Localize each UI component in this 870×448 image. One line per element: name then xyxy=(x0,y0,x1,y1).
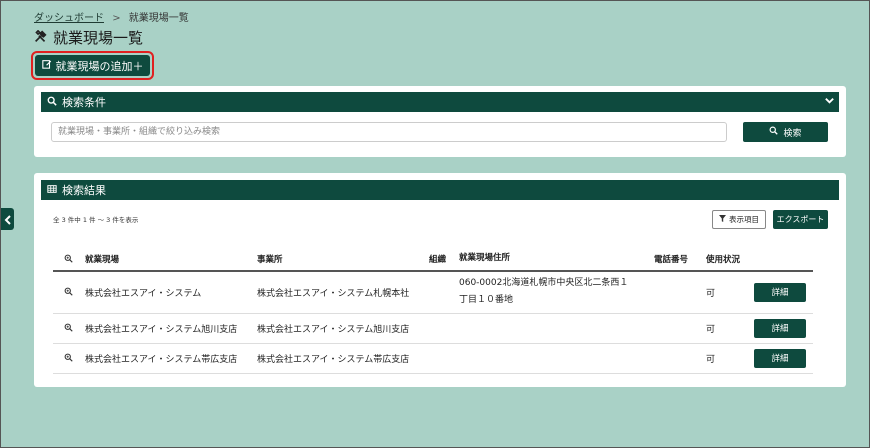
cell-org xyxy=(427,343,457,374)
table-header-row: 就業現場 事業所 組織 就業現場住所 電話番号 使用状況 xyxy=(53,247,813,272)
cell-actions: 詳細 xyxy=(752,343,813,374)
table-row: 株式会社エスアイ・システム旭川支店 株式会社エスアイ・システム旭川支店 可 詳細 xyxy=(53,313,813,344)
breadcrumb: ダッシュボード > 就業現場一覧 xyxy=(34,9,189,24)
table-row: 株式会社エスアイ・システム 株式会社エスアイ・システム札幌本社 060-0002… xyxy=(53,271,813,314)
results-panel-header: 検索結果 xyxy=(41,180,839,200)
add-site-button-label: 就業現場の追加＋ xyxy=(55,59,144,73)
header-address[interactable]: 就業現場住所 xyxy=(457,247,652,272)
tools-icon xyxy=(34,29,47,47)
search-icon xyxy=(769,126,779,138)
search-panel-header[interactable]: 検索条件 xyxy=(41,92,839,112)
search-button-label: 検索 xyxy=(783,128,802,139)
cell-tel xyxy=(652,343,704,374)
detail-button[interactable]: 詳細 xyxy=(754,348,806,368)
cell-site: 株式会社エスアイ・システム帯広支店 xyxy=(83,343,255,374)
zoom-icon[interactable] xyxy=(53,271,83,314)
results-table: 就業現場 事業所 組織 就業現場住所 電話番号 使用状況 株式会社エスアイ・シス… xyxy=(53,247,813,374)
edit-icon xyxy=(41,59,52,72)
cell-status: 可 xyxy=(704,271,752,314)
cell-address xyxy=(457,313,652,344)
header-site[interactable]: 就業現場 xyxy=(83,247,255,272)
add-button-highlight: 就業現場の追加＋ xyxy=(31,51,154,80)
cell-org xyxy=(427,271,457,314)
breadcrumb-current: 就業現場一覧 xyxy=(128,13,189,24)
cell-address-line1: 060-0002北海道札幌市中央区北二条西１ xyxy=(459,278,629,289)
cell-address: 060-0002北海道札幌市中央区北二条西１ 丁目１０番地 xyxy=(457,271,652,314)
detail-button[interactable]: 詳細 xyxy=(754,282,806,302)
result-count: 全 3 件中 1 件 ～ 3 件を表示 xyxy=(53,216,139,224)
results-panel: 検索結果 全 3 件中 1 件 ～ 3 件を表示 表示項目 エクスポート 就業現… xyxy=(34,173,846,387)
header-org[interactable]: 組織 xyxy=(427,247,457,272)
table-icon xyxy=(47,184,57,197)
zoom-icon[interactable] xyxy=(53,343,83,374)
cell-status: 可 xyxy=(704,313,752,344)
cell-office: 株式会社エスアイ・システム帯広支店 xyxy=(255,343,427,374)
filter-icon xyxy=(719,215,726,224)
cell-actions: 詳細 xyxy=(752,313,813,344)
page-title-text: 就業現場一覧 xyxy=(53,29,144,47)
page-title: 就業現場一覧 xyxy=(34,27,143,48)
header-office[interactable]: 事業所 xyxy=(255,247,427,272)
chevron-down-icon[interactable] xyxy=(824,95,835,109)
cell-office: 株式会社エスアイ・システム旭川支店 xyxy=(255,313,427,344)
cell-address xyxy=(457,343,652,374)
add-site-button[interactable]: 就業現場の追加＋ xyxy=(35,55,150,76)
chevron-left-icon xyxy=(4,210,12,229)
cell-org xyxy=(427,313,457,344)
search-panel-title: 検索条件 xyxy=(62,96,106,109)
search-icon xyxy=(47,96,57,109)
export-button[interactable]: エクスポート xyxy=(773,210,828,229)
header-zoom-icon xyxy=(53,247,83,272)
cell-actions: 詳細 xyxy=(752,271,813,314)
cell-tel xyxy=(652,271,704,314)
cell-status: 可 xyxy=(704,343,752,374)
zoom-icon[interactable] xyxy=(53,313,83,344)
cell-site: 株式会社エスアイ・システム旭川支店 xyxy=(83,313,255,344)
breadcrumb-dashboard-link[interactable]: ダッシュボード xyxy=(34,13,104,24)
results-panel-title: 検索結果 xyxy=(62,184,106,197)
header-actions xyxy=(752,247,813,272)
columns-button-label: 表示項目 xyxy=(729,215,759,224)
cell-tel xyxy=(652,313,704,344)
search-button[interactable]: 検索 xyxy=(743,122,828,142)
cell-site: 株式会社エスアイ・システム xyxy=(83,271,255,314)
sidebar-toggle[interactable] xyxy=(1,208,14,230)
columns-button[interactable]: 表示項目 xyxy=(712,210,766,229)
header-status[interactable]: 使用状況 xyxy=(704,247,752,272)
detail-button[interactable]: 詳細 xyxy=(754,318,806,338)
cell-office: 株式会社エスアイ・システム札幌本社 xyxy=(255,271,427,314)
search-input[interactable] xyxy=(51,122,727,142)
breadcrumb-separator: > xyxy=(112,13,121,24)
header-tel[interactable]: 電話番号 xyxy=(652,247,704,272)
search-panel: 検索条件 検索 xyxy=(34,86,846,157)
table-row: 株式会社エスアイ・システム帯広支店 株式会社エスアイ・システム帯広支店 可 詳細 xyxy=(53,343,813,374)
cell-address-line2: 丁目１０番地 xyxy=(459,295,514,306)
